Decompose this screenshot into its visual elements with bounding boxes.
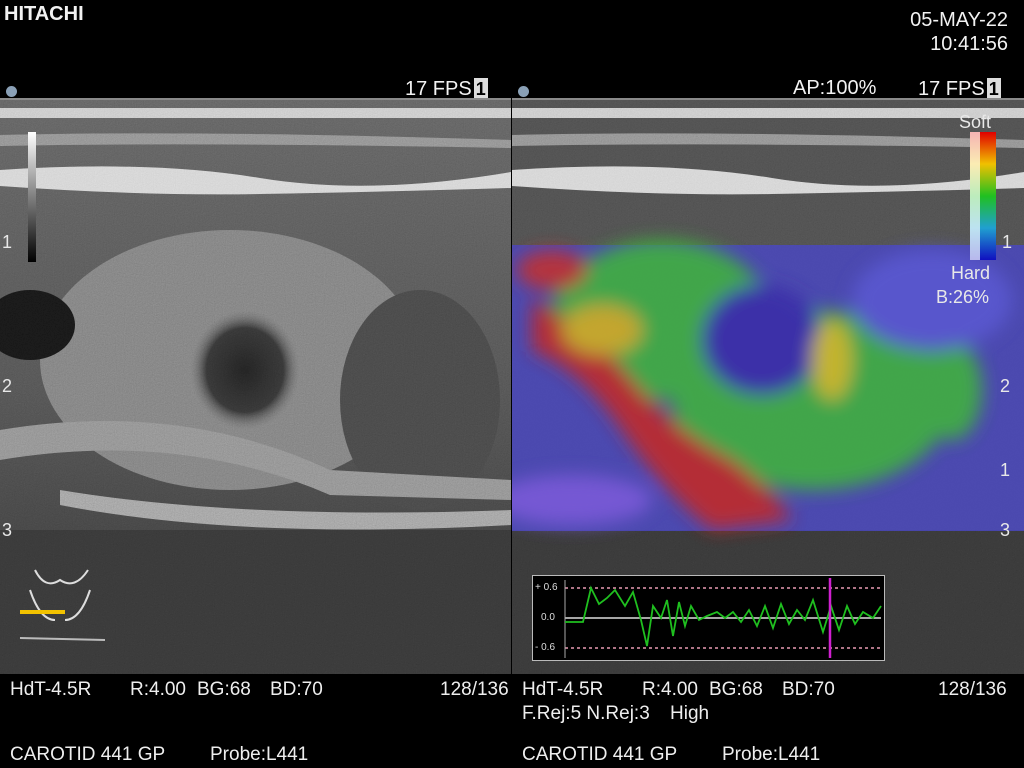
right-fps-readout: 17 FPS 1: [918, 78, 1001, 100]
left-probe-orientation-dot: [6, 86, 17, 97]
right-fps-text: 17 FPS: [918, 78, 985, 100]
left-fps-readout: 17 FPS 1: [405, 78, 488, 100]
left-grayscale-bar: [28, 132, 36, 262]
ap-readout: AP:100%: [793, 77, 877, 99]
right-probe-orientation-dot: [518, 86, 529, 97]
right-depth-tick-1b: 1: [1000, 460, 1011, 480]
waveform-label-zero: 0.0: [541, 612, 555, 623]
brand-logo: HITACHI: [4, 3, 84, 25]
left-depth-tick-3: 3: [2, 520, 13, 540]
left-bd-value: BD:70: [270, 679, 323, 700]
right-frame-badge: 1: [986, 78, 1001, 100]
left-bmode-svg: [0, 100, 511, 674]
right-line-count: 128/136: [938, 679, 1007, 700]
strain-waveform-svg: [564, 578, 882, 658]
colorbar-soft-label: Soft: [959, 112, 992, 132]
left-bmode-image: [0, 100, 511, 674]
quality-setting: High: [670, 703, 710, 724]
left-probe: Probe:L441: [210, 744, 309, 765]
right-probe: Probe:L441: [722, 744, 821, 765]
elastography-roi: [512, 240, 1024, 531]
date-text: 05-MAY-22: [910, 9, 1008, 31]
left-preset: CAROTID 441 GP: [10, 744, 166, 765]
waveform-label-top: + 0.6: [535, 582, 558, 593]
strain-waveform-graph: + 0.6 0.0 - 0.6: [532, 575, 885, 661]
right-depth-tick-3: 3: [1000, 520, 1011, 540]
left-transducer-settings: HdT-4.5R: [10, 679, 92, 700]
left-depth-tick-2: 2: [2, 376, 13, 396]
left-bg-value: BG:68: [197, 679, 251, 700]
left-depth-tick-1: 1: [2, 232, 13, 252]
right-bd-value: BD:70: [782, 679, 835, 700]
strain-trace: [565, 585, 882, 647]
waveform-label-bottom: - 0.6: [535, 642, 556, 653]
right-r-value: R:4.00: [642, 679, 698, 700]
rejection-settings: F.Rej:5 N.Rej:3: [522, 703, 650, 724]
left-frame-badge: 1: [473, 78, 488, 100]
right-transducer-settings: HdT-4.5R: [522, 679, 604, 700]
time-text: 10:41:56: [930, 33, 1008, 55]
right-bg-value: BG:68: [709, 679, 763, 700]
left-fps-text: 17 FPS: [405, 78, 472, 100]
right-preset: CAROTID 441 GP: [522, 744, 678, 765]
b-ratio-readout: B:26%: [936, 287, 990, 307]
colorbar-hard-label: Hard: [951, 263, 991, 283]
date-time-display: 05-MAY-22 10:41:56: [910, 8, 1008, 56]
right-depth-tick-2: 2: [1000, 376, 1011, 396]
left-line-count: 128/136: [440, 679, 509, 700]
left-r-value: R:4.00: [130, 679, 186, 700]
colorbar-tick-label: 1: [1002, 232, 1013, 252]
